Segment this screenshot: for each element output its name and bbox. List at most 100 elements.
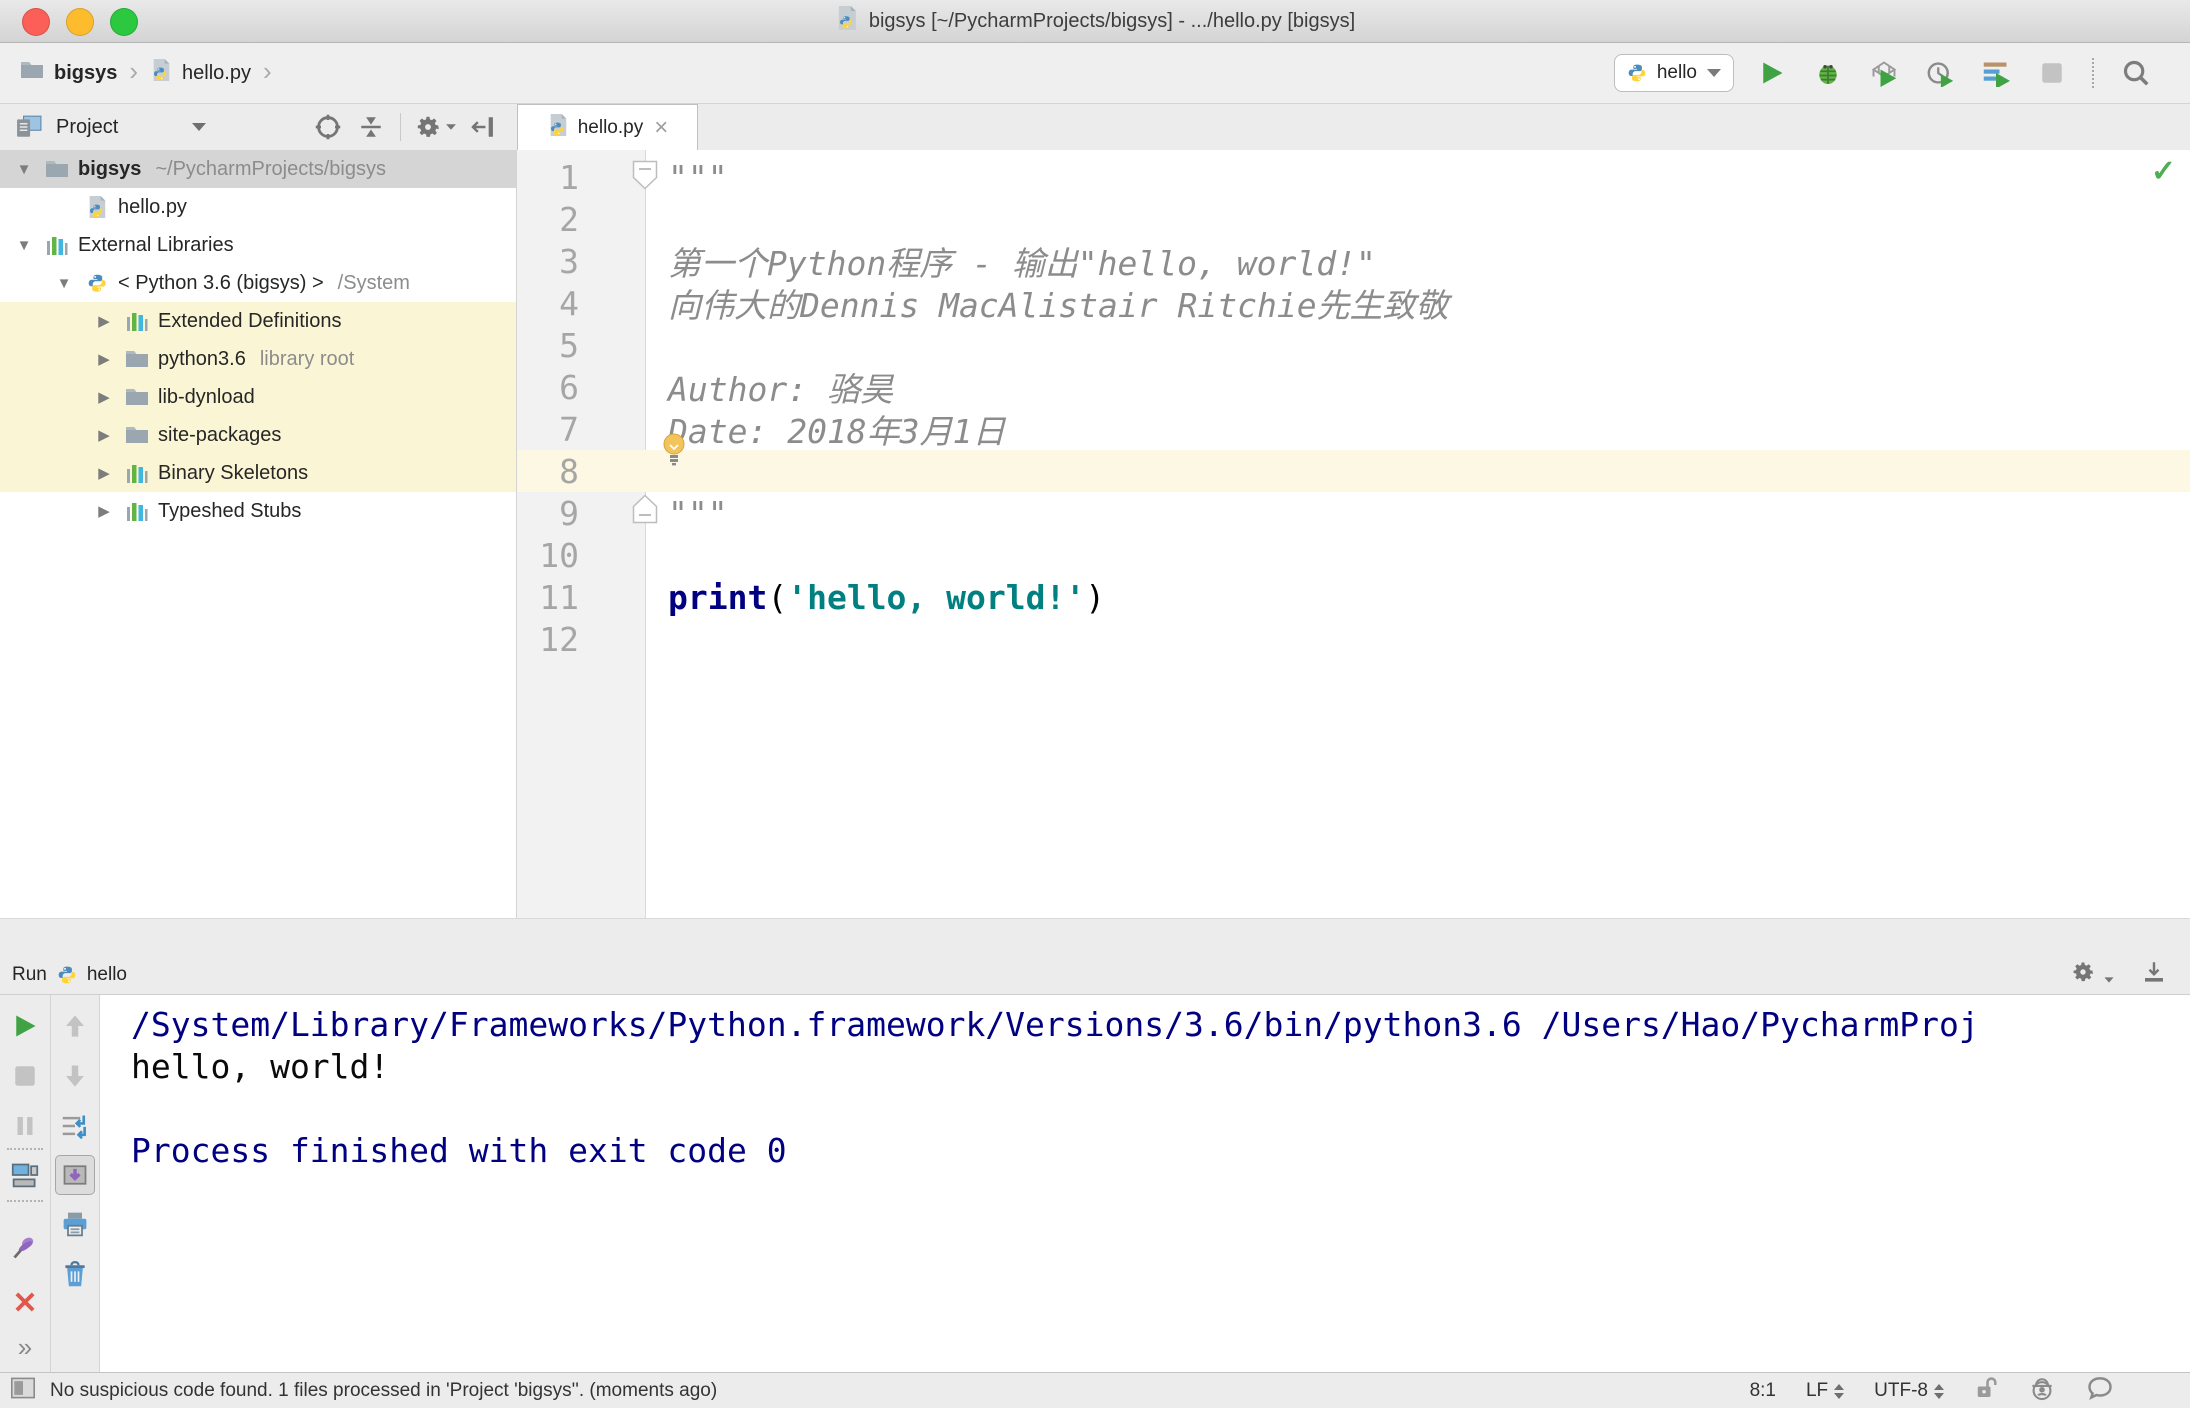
tree-row-bigsys[interactable]: ▼ bigsys ~/PycharmProjects/bigsys — [0, 150, 516, 188]
profile-button[interactable] — [1922, 55, 1958, 91]
inspection-ok-icon[interactable]: ✓ — [2151, 154, 2176, 189]
next-occurrence-button[interactable] — [59, 1060, 91, 1092]
code-line-4[interactable]: 4 向伟大的Dennis MacAlistair Ritchie先生致敬 — [517, 282, 2190, 326]
code-line-5[interactable]: 5 — [517, 324, 2190, 366]
project-toolwindow-header: Project — [0, 104, 517, 150]
pause-output-button[interactable] — [9, 1110, 41, 1142]
search-everywhere-button[interactable] — [2118, 55, 2154, 91]
prev-occurrence-button[interactable] — [59, 1010, 91, 1042]
tree-row-binary-skeletons[interactable]: ▶ Binary Skeletons — [0, 454, 516, 492]
console-line-1: /System/Library/Frameworks/Python.framew… — [131, 1004, 1979, 1044]
stop-button[interactable] — [2034, 55, 2070, 91]
scroll-to-end-button[interactable] — [55, 1155, 95, 1195]
tree-row-site-packages[interactable]: ▶ site-packages — [0, 416, 516, 454]
gear-icon[interactable] — [415, 114, 458, 140]
minimize-window-button[interactable] — [66, 8, 94, 36]
tree-collapsed-arrow-icon[interactable]: ▶ — [92, 464, 116, 482]
run-console-area: » /System/Library/Frameworks/Python.fram… — [0, 995, 2190, 1372]
editor-tab-hello-py[interactable]: hello.py × — [517, 104, 698, 150]
breadcrumb-project[interactable]: bigsys — [54, 62, 117, 85]
debug-button[interactable] — [1810, 55, 1846, 91]
tree-collapsed-arrow-icon[interactable]: ▶ — [92, 388, 116, 406]
locate-file-button[interactable] — [314, 113, 342, 141]
close-console-button[interactable] — [9, 1286, 41, 1318]
fold-region-end-icon[interactable] — [632, 494, 658, 529]
code-line-12[interactable]: 12 — [517, 618, 2190, 660]
code-line-1[interactable]: 1 """ — [517, 156, 2190, 198]
encoding-select[interactable]: UTF-8 — [1874, 1380, 1944, 1402]
chevron-right-icon: › — [129, 55, 139, 86]
breadcrumb-file[interactable]: hello.py — [182, 62, 251, 85]
close-window-button[interactable] — [22, 8, 50, 36]
python-file-icon — [547, 113, 569, 143]
tree-row-extended-definitions[interactable]: ▶ Extended Definitions — [0, 302, 516, 340]
tree-row-python3-6[interactable]: ▶ python3.6 library root — [0, 340, 516, 378]
concurrency-diagram-button[interactable] — [1978, 55, 2014, 91]
code-line-11[interactable]: 11 print('hello, world!') — [517, 576, 2190, 618]
tree-row-typeshed-stubs[interactable]: ▶ Typeshed Stubs — [0, 492, 516, 530]
line-number: 9 — [559, 493, 579, 533]
pin-tab-button[interactable] — [9, 1231, 41, 1263]
code-line-8[interactable]: 8 — [517, 450, 2190, 492]
python-logo-icon — [58, 966, 76, 984]
caret-position[interactable]: 8:1 — [1750, 1380, 1776, 1402]
chevron-down-icon[interactable] — [192, 123, 207, 131]
pycharm-window: bigsys [~/PycharmProjects/bigsys] - .../… — [0, 0, 2190, 1408]
run-config-label: hello — [86, 964, 128, 985]
line-number: 1 — [559, 157, 579, 197]
unlock-icon[interactable] — [1974, 1375, 1998, 1407]
code-line-9[interactable]: 9 """ — [517, 492, 2190, 534]
code-editor[interactable]: 1 """ 2 3 第一个Python程序 - 输出"hello, world!" 4 向伟… — [517, 150, 2190, 918]
tree-row-lib-dynload[interactable]: ▶ lib-dynload — [0, 378, 516, 416]
run-panel-title[interactable]: Run — [12, 964, 47, 986]
project-panel-title[interactable]: Project — [56, 116, 118, 139]
code-line-10[interactable]: 10 — [517, 534, 2190, 576]
run-with-coverage-button[interactable] — [1866, 55, 1902, 91]
print-button[interactable] — [59, 1208, 91, 1240]
console-output[interactable]: /System/Library/Frameworks/Python.framew… — [101, 995, 2190, 1372]
tab-label: hello.py — [577, 116, 644, 138]
code-line-3[interactable]: 3 第一个Python程序 - 输出"hello, world!" — [517, 240, 2190, 284]
toolbar-separator — [7, 1148, 43, 1150]
gear-icon[interactable] — [2071, 960, 2116, 990]
tree-collapsed-arrow-icon[interactable]: ▶ — [92, 426, 116, 444]
tree-collapsed-arrow-icon[interactable]: ▶ — [92, 502, 116, 520]
hide-panel-icon[interactable] — [2142, 960, 2166, 990]
tree-row-external-libraries[interactable]: ▼ External Libraries — [0, 226, 516, 264]
run-button[interactable] — [1754, 55, 1790, 91]
zoom-window-button[interactable] — [110, 8, 138, 36]
tree-expanded-arrow-icon[interactable]: ▼ — [52, 275, 76, 292]
feedback-bubble-icon[interactable] — [2086, 1374, 2114, 1408]
rerun-button[interactable] — [9, 1010, 41, 1042]
clear-console-button[interactable] — [59, 1258, 91, 1290]
line-separator-select[interactable]: LF — [1806, 1380, 1845, 1402]
close-tab-icon[interactable]: × — [654, 115, 668, 140]
hide-panel-button[interactable] — [470, 113, 496, 141]
library-icon — [124, 309, 150, 333]
code-line-2[interactable]: 2 — [517, 198, 2190, 240]
run-configuration-select[interactable]: hello — [1613, 54, 1734, 92]
toolwindow-switcher-icon[interactable] — [10, 1376, 36, 1406]
tree-row-hello-py[interactable]: hello.py — [0, 188, 516, 226]
code-token-doc: 第一个Python程序 - 输出"hello, world!" — [668, 244, 1376, 283]
tree-row-python-3-6-bigsys[interactable]: ▼ < Python 3.6 (bigsys) > /System — [0, 264, 516, 302]
code-line-6[interactable]: 6 Author: 骆昊 — [517, 366, 2190, 410]
code-line-7[interactable]: 7 Date: 2018年3月1日 — [517, 408, 2190, 452]
soft-wrap-button[interactable] — [59, 1110, 91, 1142]
folder-icon — [44, 157, 70, 181]
fold-region-start-icon[interactable] — [632, 160, 658, 195]
collapse-all-button[interactable] — [358, 113, 384, 141]
stop-button[interactable] — [9, 1060, 41, 1092]
editor-run-splitter[interactable] — [0, 918, 2190, 957]
hector-inspector-icon[interactable] — [2028, 1374, 2056, 1408]
tree-item-label: python3.6 — [158, 347, 246, 370]
tree-collapsed-arrow-icon[interactable]: ▶ — [92, 312, 116, 330]
code-text: 向伟大的Dennis MacAlistair Ritchie先生致敬 — [668, 282, 1449, 325]
tree-expanded-arrow-icon[interactable]: ▼ — [12, 237, 36, 254]
intention-lightbulb-icon[interactable] — [660, 432, 688, 466]
tree-collapsed-arrow-icon[interactable]: ▶ — [92, 350, 116, 368]
more-actions-button[interactable]: » — [9, 1331, 41, 1363]
tree-expanded-arrow-icon[interactable]: ▼ — [12, 161, 36, 178]
show-running-list-button[interactable] — [9, 1159, 41, 1191]
traffic-lights — [22, 8, 138, 36]
